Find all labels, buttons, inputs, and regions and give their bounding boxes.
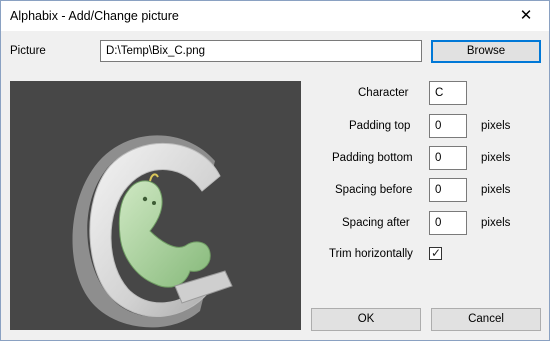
padding-top-input[interactable] — [429, 114, 467, 138]
window-title: Alphabix - Add/Change picture — [10, 9, 179, 23]
checkmark-icon: ✓ — [431, 246, 442, 260]
title-bar: Alphabix - Add/Change picture ✕ — [1, 1, 549, 31]
dialog-window: Alphabix - Add/Change picture ✕ Picture … — [0, 0, 550, 341]
browse-button[interactable]: Browse — [431, 40, 541, 63]
close-icon[interactable]: ✕ — [503, 1, 549, 31]
padding-bottom-unit: pixels — [481, 152, 511, 164]
picture-preview — [10, 81, 301, 330]
picture-label: Picture — [10, 45, 46, 57]
character-input[interactable] — [429, 81, 467, 105]
cancel-button[interactable]: Cancel — [431, 308, 541, 331]
spacing-after-label: Spacing after — [342, 217, 410, 229]
spacing-before-label: Spacing before — [335, 184, 413, 196]
character-label: Character — [358, 87, 409, 99]
spacing-after-unit: pixels — [481, 217, 511, 229]
spacing-before-unit: pixels — [481, 184, 511, 196]
trim-horizontally-checkbox[interactable]: ✓ — [429, 246, 442, 260]
padding-bottom-label: Padding bottom — [332, 152, 413, 164]
spacing-before-input[interactable] — [429, 178, 467, 202]
picture-path-input[interactable] — [100, 40, 422, 62]
ok-button[interactable]: OK — [311, 308, 421, 331]
padding-bottom-input[interactable] — [429, 146, 467, 170]
letter-c-character-image — [72, 135, 233, 328]
trim-horizontally-label: Trim horizontally — [329, 248, 413, 260]
padding-top-unit: pixels — [481, 120, 511, 132]
spacing-after-input[interactable] — [429, 211, 467, 235]
padding-top-label: Padding top — [349, 120, 411, 132]
